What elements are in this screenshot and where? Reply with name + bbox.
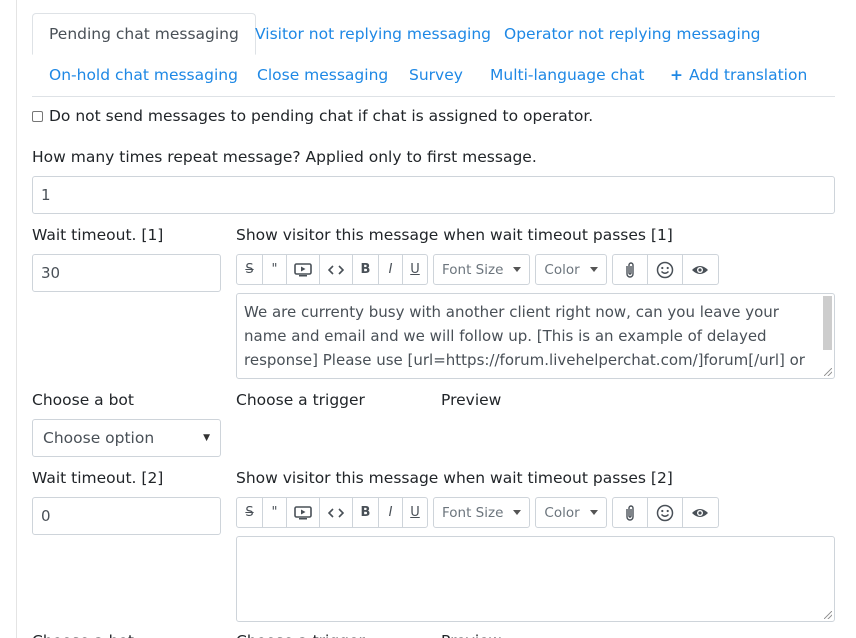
- wait-timeout-1-input[interactable]: 30: [32, 254, 221, 292]
- repeat-count-label: How many times repeat message? Applied o…: [32, 148, 537, 166]
- wait-timeout-2-input[interactable]: 0: [32, 497, 221, 535]
- strikethrough-icon[interactable]: S: [237, 255, 263, 284]
- panel-left-border: [16, 0, 17, 638]
- bot-select-value: Choose option: [43, 429, 155, 447]
- code-icon[interactable]: [320, 255, 353, 284]
- tab-operator-not-replying[interactable]: Operator not replying messaging: [504, 24, 761, 44]
- italic-icon[interactable]: I: [379, 255, 403, 284]
- bot-select[interactable]: Choose option ▼: [32, 419, 221, 457]
- tab-survey[interactable]: Survey: [409, 65, 463, 85]
- choose-trigger-label: Choose a trigger: [236, 391, 365, 409]
- preview-eye-icon[interactable]: [683, 498, 718, 527]
- messaging-tabs: Pending chat messaging Visitor not reply…: [32, 13, 835, 97]
- chevron-down-icon: [589, 510, 598, 515]
- chevron-down-icon: [513, 510, 522, 515]
- italic-icon[interactable]: I: [379, 498, 403, 527]
- message-1-label: Show visitor this message when wait time…: [236, 226, 673, 244]
- emoji-icon[interactable]: [648, 255, 683, 284]
- tab-multi-language-chat[interactable]: Multi-language chat: [490, 65, 645, 85]
- resize-handle[interactable]: [824, 368, 832, 376]
- color-label: Color: [544, 261, 580, 278]
- video-icon[interactable]: [287, 498, 320, 527]
- message-2-textarea[interactable]: [236, 536, 835, 622]
- assigned-operator-checkbox[interactable]: [32, 110, 43, 122]
- code-icon[interactable]: [320, 498, 353, 527]
- color-label: Color: [544, 504, 580, 521]
- quote-icon[interactable]: ": [263, 255, 287, 284]
- underline-icon[interactable]: U: [403, 498, 427, 527]
- editor-toolbar-1: S " B I U Font Size Color: [236, 254, 724, 285]
- chevron-down-icon: [513, 267, 522, 272]
- tab-pending-chat-messaging[interactable]: Pending chat messaging: [32, 13, 256, 55]
- font-size-dropdown[interactable]: Font Size: [433, 254, 531, 285]
- color-dropdown[interactable]: Color: [535, 254, 607, 285]
- resize-handle[interactable]: [824, 611, 832, 619]
- font-size-dropdown[interactable]: Font Size: [433, 497, 531, 528]
- tab-close-messaging[interactable]: Close messaging: [257, 65, 388, 85]
- strikethrough-icon[interactable]: S: [237, 498, 263, 527]
- color-dropdown[interactable]: Color: [535, 497, 607, 528]
- add-translation-label: Add translation: [689, 66, 808, 84]
- emoji-icon[interactable]: [648, 498, 683, 527]
- wait-timeout-1-label: Wait timeout. [1]: [32, 226, 164, 244]
- video-icon[interactable]: [287, 255, 320, 284]
- choose-bot-label: Choose a bot: [32, 391, 134, 409]
- message-1-textarea[interactable]: We are currenty busy with another client…: [236, 293, 835, 379]
- bold-icon[interactable]: B: [353, 255, 379, 284]
- font-size-label: Font Size: [442, 504, 504, 521]
- assigned-operator-label: Do not send messages to pending chat if …: [49, 107, 594, 125]
- preview-label-2: Preview: [441, 631, 501, 638]
- choose-trigger-label-2: Choose a trigger: [236, 631, 365, 638]
- message-1-text: We are currenty busy with another client…: [244, 303, 805, 369]
- chevron-down-icon: ▼: [203, 433, 210, 443]
- assigned-operator-option: Do not send messages to pending chat if …: [32, 106, 593, 126]
- tab-add-translation[interactable]: + Add translation: [670, 65, 807, 85]
- attachment-icon[interactable]: [613, 255, 648, 284]
- preview-label: Preview: [441, 391, 502, 409]
- tab-visitor-not-replying[interactable]: Visitor not replying messaging: [255, 24, 491, 44]
- textarea-scrollbar[interactable]: [823, 296, 832, 350]
- wait-timeout-2-label: Wait timeout. [2]: [32, 469, 164, 487]
- attachment-icon[interactable]: [613, 498, 648, 527]
- underline-icon[interactable]: U: [403, 255, 427, 284]
- message-2-label: Show visitor this message when wait time…: [236, 469, 673, 487]
- editor-toolbar-2: S " B I U Font Size Color: [236, 497, 724, 528]
- repeat-count-input[interactable]: 1: [32, 176, 835, 214]
- plus-icon: +: [670, 66, 683, 84]
- quote-icon[interactable]: ": [263, 498, 287, 527]
- bold-icon[interactable]: B: [353, 498, 379, 527]
- font-size-label: Font Size: [442, 261, 504, 278]
- preview-eye-icon[interactable]: [683, 255, 718, 284]
- tab-on-hold-chat[interactable]: On-hold chat messaging: [49, 65, 238, 85]
- choose-bot-label-2: Choose a bot: [32, 631, 134, 638]
- chevron-down-icon: [589, 267, 598, 272]
